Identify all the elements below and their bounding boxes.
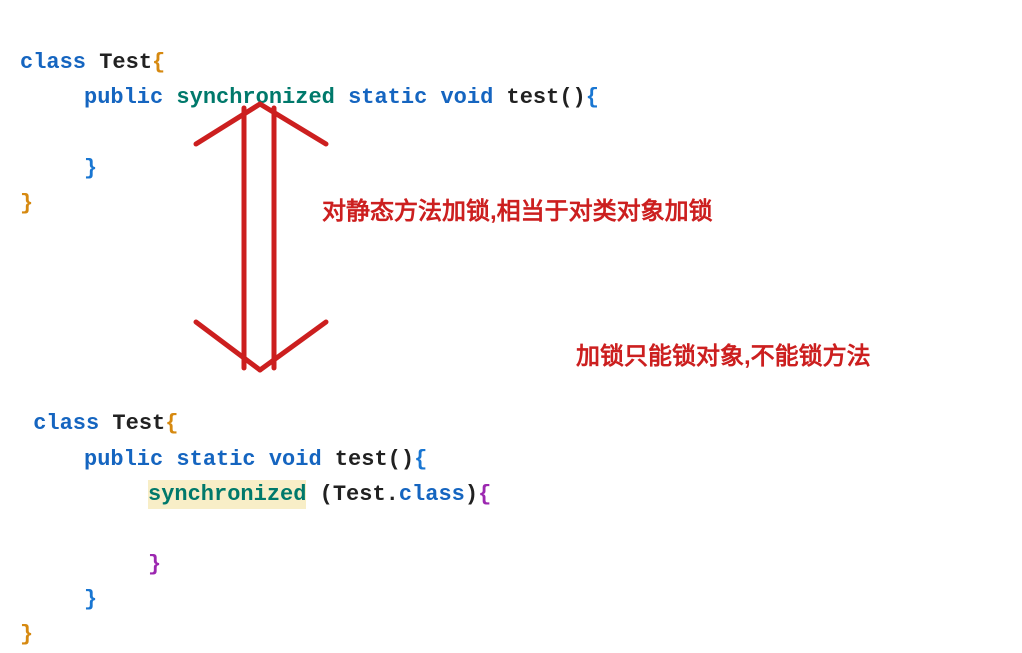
- open-brace: {: [165, 411, 178, 436]
- sync-arg-prefix: (Test.: [320, 482, 399, 507]
- kw-class: class: [20, 50, 86, 75]
- annotation-static-lock: 对静态方法加锁,相当于对类对象加锁: [322, 193, 713, 231]
- open-brace: {: [152, 50, 165, 75]
- kw-void: void: [269, 447, 322, 472]
- kw-public: public: [84, 85, 163, 110]
- kw-static: static: [176, 447, 255, 472]
- code-snippet-1: ​class Test{ ​public synchronized static…: [20, 10, 1002, 221]
- kw-public: public: [84, 447, 163, 472]
- close-brace: }: [20, 622, 33, 647]
- open-brace: {: [478, 482, 491, 507]
- kw-class-arg: class: [399, 482, 465, 507]
- kw-synchronized: synchronized: [176, 85, 334, 110]
- close-brace: }: [84, 156, 97, 181]
- open-brace: {: [414, 447, 427, 472]
- method-name: test: [335, 447, 388, 472]
- sync-arg-suffix: ): [465, 482, 478, 507]
- class-name: Test: [99, 50, 152, 75]
- close-brace: }: [84, 587, 97, 612]
- parens: (): [388, 447, 414, 472]
- kw-class: class: [33, 411, 99, 436]
- kw-static: static: [348, 85, 427, 110]
- kw-synchronized: synchronized: [148, 482, 306, 507]
- open-brace: {: [586, 85, 599, 110]
- parens: (): [559, 85, 585, 110]
- kw-void: void: [440, 85, 493, 110]
- code-snippet-2: ​ class Test{ ​public static void test()…: [20, 371, 1002, 653]
- class-name: Test: [112, 411, 165, 436]
- close-brace: }: [20, 191, 33, 216]
- close-brace: }: [148, 552, 161, 577]
- method-name: test: [507, 85, 560, 110]
- annotation-lock-object: 加锁只能锁对象,不能锁方法: [576, 338, 871, 376]
